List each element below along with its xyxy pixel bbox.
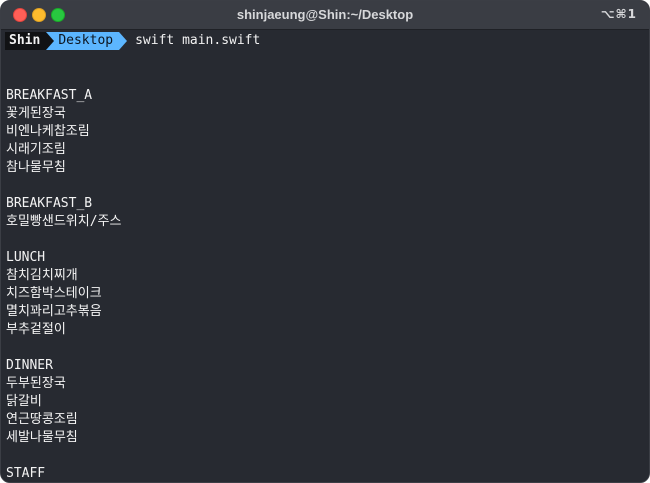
- prompt-separator-arrow: [119, 32, 128, 50]
- terminal-content[interactable]: Shin Desktop swift main.swift BREAKFAST_…: [1, 30, 649, 482]
- output-line: 참나물무침: [6, 160, 66, 175]
- prompt-user-segment: Shin: [5, 32, 47, 50]
- output-line: LUNCH: [6, 250, 46, 265]
- output-line: DINNER: [6, 358, 53, 373]
- output-line: 세발나물무침: [6, 430, 78, 445]
- output-line: 두부된장국: [6, 376, 66, 391]
- output-line: 부추겉절이: [6, 322, 66, 337]
- output-line: 꽃게된장국: [6, 106, 66, 121]
- shell-prompt: Shin Desktop swift main.swift: [5, 32, 260, 50]
- window-title: shinjaeung@Shin:~/Desktop: [236, 7, 414, 22]
- command-output: BREAKFAST_A 꽃게된장국 비엔나케찹조림 시래기조림 참나물무침 BR…: [6, 87, 122, 482]
- output-line: 호밀빵샌드위치/주스: [6, 214, 122, 229]
- window-shortcut-label: ⌥⌘1: [600, 7, 637, 21]
- output-line: 닭갈비: [6, 394, 42, 409]
- output-line: STAFF: [6, 466, 46, 481]
- prompt-separator-arrow: [46, 32, 55, 50]
- output-line: 연근땅콩조림: [6, 412, 78, 427]
- terminal-window: shinjaeung@Shin:~/Desktop ⌥⌘1 Shin Deskt…: [0, 0, 650, 483]
- output-line: 멸치꽈리고추볶음: [6, 304, 102, 319]
- prompt-directory-segment: Desktop: [54, 32, 120, 50]
- output-line: BREAKFAST_B: [6, 196, 93, 211]
- title-bar[interactable]: shinjaeung@Shin:~/Desktop ⌥⌘1: [1, 1, 649, 30]
- output-line: BREAKFAST_A: [6, 88, 93, 103]
- output-line: 시래기조림: [6, 142, 66, 157]
- output-line: 참치김치찌개: [6, 268, 78, 283]
- output-line: 치즈함박스테이크: [6, 286, 102, 301]
- prompt-command: swift main.swift: [135, 33, 261, 48]
- output-line: 비엔나케찹조림: [6, 124, 90, 139]
